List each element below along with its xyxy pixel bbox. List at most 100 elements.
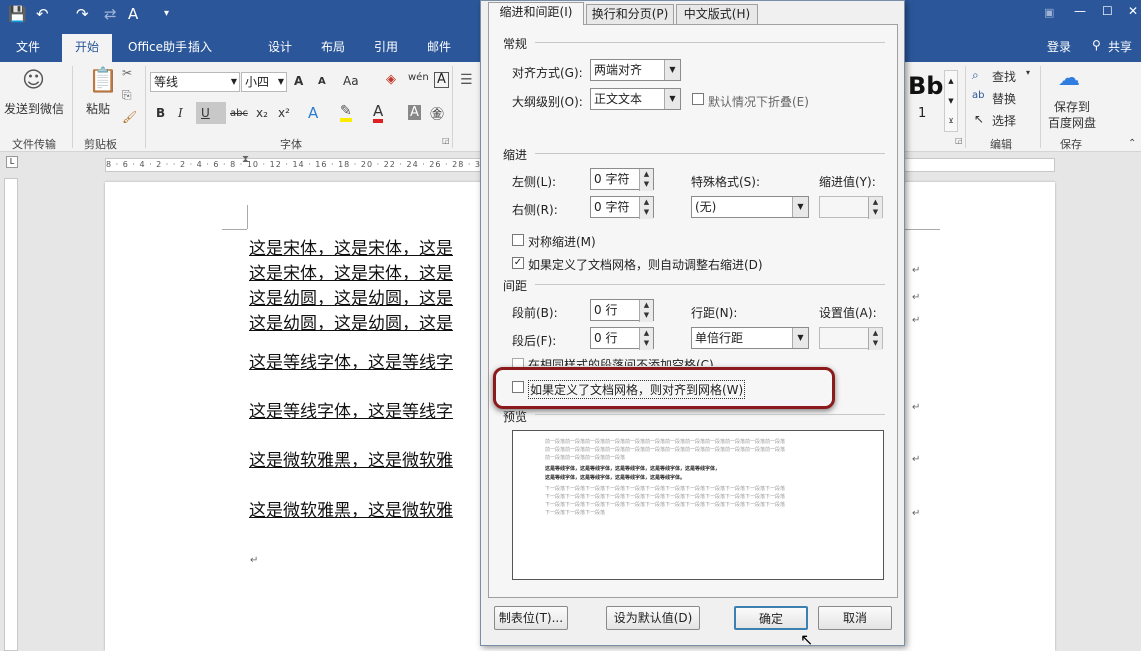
minimize-icon[interactable]: — [1074, 4, 1086, 18]
replace-button[interactable]: 替换 [992, 90, 1016, 107]
indent-marker[interactable]: ⧗ [242, 154, 249, 165]
underline-button[interactable]: U [196, 102, 226, 124]
paste-button[interactable]: 粘贴 [86, 100, 110, 117]
baidu-netdisk-label[interactable]: 百度网盘 [1048, 114, 1096, 131]
font-qa-icon[interactable]: A [128, 5, 138, 23]
undo-icon[interactable]: ↶ [36, 5, 49, 23]
highlight-icon[interactable]: ✎ [340, 104, 352, 122]
tab-references[interactable]: 引用 [374, 38, 398, 55]
clear-format-icon[interactable]: ◈ [386, 72, 396, 87]
doc-line[interactable]: 这是微软雅黑，这是微软雅 [249, 496, 453, 521]
tab-selector-icon[interactable]: L [6, 156, 18, 168]
cancel-button[interactable]: 取消 [818, 606, 892, 630]
tab-mailings[interactable]: 邮件 [427, 38, 451, 55]
outline-level-select[interactable]: 正文文本 ▼ [590, 88, 681, 110]
spinner[interactable]: ▲ ▼ [639, 169, 653, 191]
chevron-down-icon[interactable]: ▼ [792, 328, 808, 348]
customize-qa-icon[interactable]: ▾ [164, 8, 169, 19]
save-icon[interactable]: 💾 [8, 5, 27, 23]
phonetic-guide-button[interactable]: wén [408, 72, 429, 83]
spacing-at-input[interactable]: ▲ ▼ [819, 327, 883, 350]
bold-button[interactable]: B [156, 106, 165, 120]
spacing-after-input[interactable]: 0 行 ▲ ▼ [590, 327, 654, 350]
enclose-char-icon[interactable]: ㊎ [430, 104, 444, 124]
tab-office-assistant[interactable]: Office助手 [128, 38, 187, 55]
format-painter-qa-icon[interactable]: ⇄ [104, 5, 117, 23]
doc-line[interactable]: 这是宋体，这是宋体，这是 [249, 234, 453, 259]
char-border-icon[interactable]: A [434, 72, 449, 88]
doc-line[interactable]: 这是宋体，这是宋体，这是 [249, 259, 453, 284]
line-spacing-select[interactable]: 单倍行距 ▼ [691, 327, 809, 349]
shrink-font-button[interactable]: A [318, 76, 326, 87]
doc-line[interactable]: 这是幼圆，这是幼圆，这是 [249, 309, 453, 334]
font-color-icon[interactable]: A [373, 104, 384, 123]
cut-icon[interactable]: ✂ [122, 66, 132, 80]
superscript-button[interactable]: x² [278, 106, 290, 120]
find-button[interactable]: 查找 [992, 68, 1016, 85]
spinner[interactable]: ▲ ▼ [868, 197, 882, 219]
italic-button[interactable]: I [178, 106, 183, 120]
tab-design[interactable]: 设计 [268, 38, 292, 55]
font-size-combo[interactable]: 小四 ▼ [241, 72, 287, 92]
chevron-down-icon[interactable]: ▼ [664, 89, 680, 109]
format-painter-icon[interactable]: 🖌 [122, 110, 137, 124]
char-shading-icon[interactable]: A [408, 105, 421, 120]
spinner[interactable]: ▲ ▼ [868, 328, 882, 350]
set-default-button[interactable]: 设为默认值(D) [606, 606, 700, 630]
find-dropdown-icon[interactable]: ▾ [1026, 68, 1030, 77]
tab-home[interactable]: 开始 [62, 34, 112, 62]
alignment-select[interactable]: 两端对齐 ▼ [590, 59, 681, 81]
spinner[interactable]: ▲ ▼ [639, 328, 653, 350]
vertical-ruler[interactable] [4, 178, 18, 651]
chevron-down-icon[interactable]: ▼ [664, 60, 680, 80]
maximize-icon[interactable]: ☐ [1102, 4, 1113, 18]
indent-by-input[interactable]: ▲ ▼ [819, 196, 883, 219]
tabs-button[interactable]: 制表位(T)... [494, 606, 568, 630]
ok-button[interactable]: 确定 [734, 606, 808, 630]
paste-icon[interactable]: 📋 [88, 66, 118, 94]
subscript-button[interactable]: x₂ [256, 106, 268, 120]
tab-insert[interactable]: 插入 [188, 38, 212, 55]
indent-right-input[interactable]: 0 字符 ▲ ▼ [590, 196, 654, 219]
tab-file[interactable]: 文件 [16, 38, 40, 55]
baidu-netdisk-icon[interactable]: ☁ [1058, 66, 1080, 91]
copy-icon[interactable]: ⎘ [122, 88, 132, 103]
login-link[interactable]: 登录 [1047, 38, 1071, 55]
spacing-before-input[interactable]: 0 行 ▲ ▼ [590, 299, 654, 322]
doc-line[interactable]: 这是幼圆，这是幼圆，这是 [249, 284, 453, 309]
send-to-wechat-button[interactable]: 发送到微信 [4, 100, 64, 117]
doc-line[interactable]: 这是微软雅黑，这是微软雅 [249, 446, 453, 471]
styles-dialog-launcher-icon[interactable]: ◲ [955, 136, 963, 145]
indent-left-input[interactable]: 0 字符 ▲ ▼ [590, 168, 654, 191]
tab-indents-spacing[interactable]: 缩进和间距(I) [488, 2, 584, 25]
save-to-label[interactable]: 保存到 [1054, 98, 1090, 115]
mirror-indents-checkbox[interactable] [512, 234, 524, 246]
font-dialog-launcher-icon[interactable]: ◲ [442, 136, 450, 145]
spinner[interactable]: ▲ ▼ [639, 300, 653, 322]
tab-asian-typography[interactable]: 中文版式(H) [676, 4, 758, 24]
styles-gallery-preview[interactable]: Bb [908, 72, 943, 100]
chevron-down-icon[interactable]: ▼ [792, 197, 808, 217]
doc-line[interactable]: 这是等线字体，这是等线字 [249, 348, 453, 373]
close-icon[interactable]: ✕ [1128, 4, 1138, 18]
select-button[interactable]: 选择 [992, 112, 1016, 129]
doc-line[interactable]: 这是等线字体，这是等线字 [249, 397, 453, 422]
wechat-icon[interactable]: ☺ [22, 68, 45, 93]
ribbon-display-icon[interactable]: ▣ [1044, 6, 1054, 19]
bullets-icon[interactable]: ☰ [460, 72, 473, 88]
grow-font-button[interactable]: A [294, 74, 303, 88]
redo-icon[interactable]: ↷ [76, 5, 89, 23]
spinner[interactable]: ▲ ▼ [639, 197, 653, 219]
text-effects-icon[interactable]: A [308, 104, 318, 122]
change-case-button[interactable]: Aa [343, 74, 359, 88]
share-button[interactable]: 共享 [1108, 38, 1132, 55]
font-name-combo[interactable]: 等线 ▼ [150, 72, 240, 92]
collapse-default-checkbox[interactable] [692, 93, 704, 105]
tab-layout[interactable]: 布局 [321, 38, 345, 55]
auto-adjust-indent-checkbox[interactable]: ✓ [512, 257, 524, 269]
tab-line-page-breaks[interactable]: 换行和分页(P) [586, 4, 674, 24]
styles-scroll[interactable]: ▲ ▼ ⊻ [944, 70, 958, 132]
special-indent-select[interactable]: (无) ▼ [691, 196, 809, 218]
collapse-ribbon-icon[interactable]: ⌃ [1128, 138, 1136, 149]
strikethrough-button[interactable]: abc [230, 108, 248, 119]
